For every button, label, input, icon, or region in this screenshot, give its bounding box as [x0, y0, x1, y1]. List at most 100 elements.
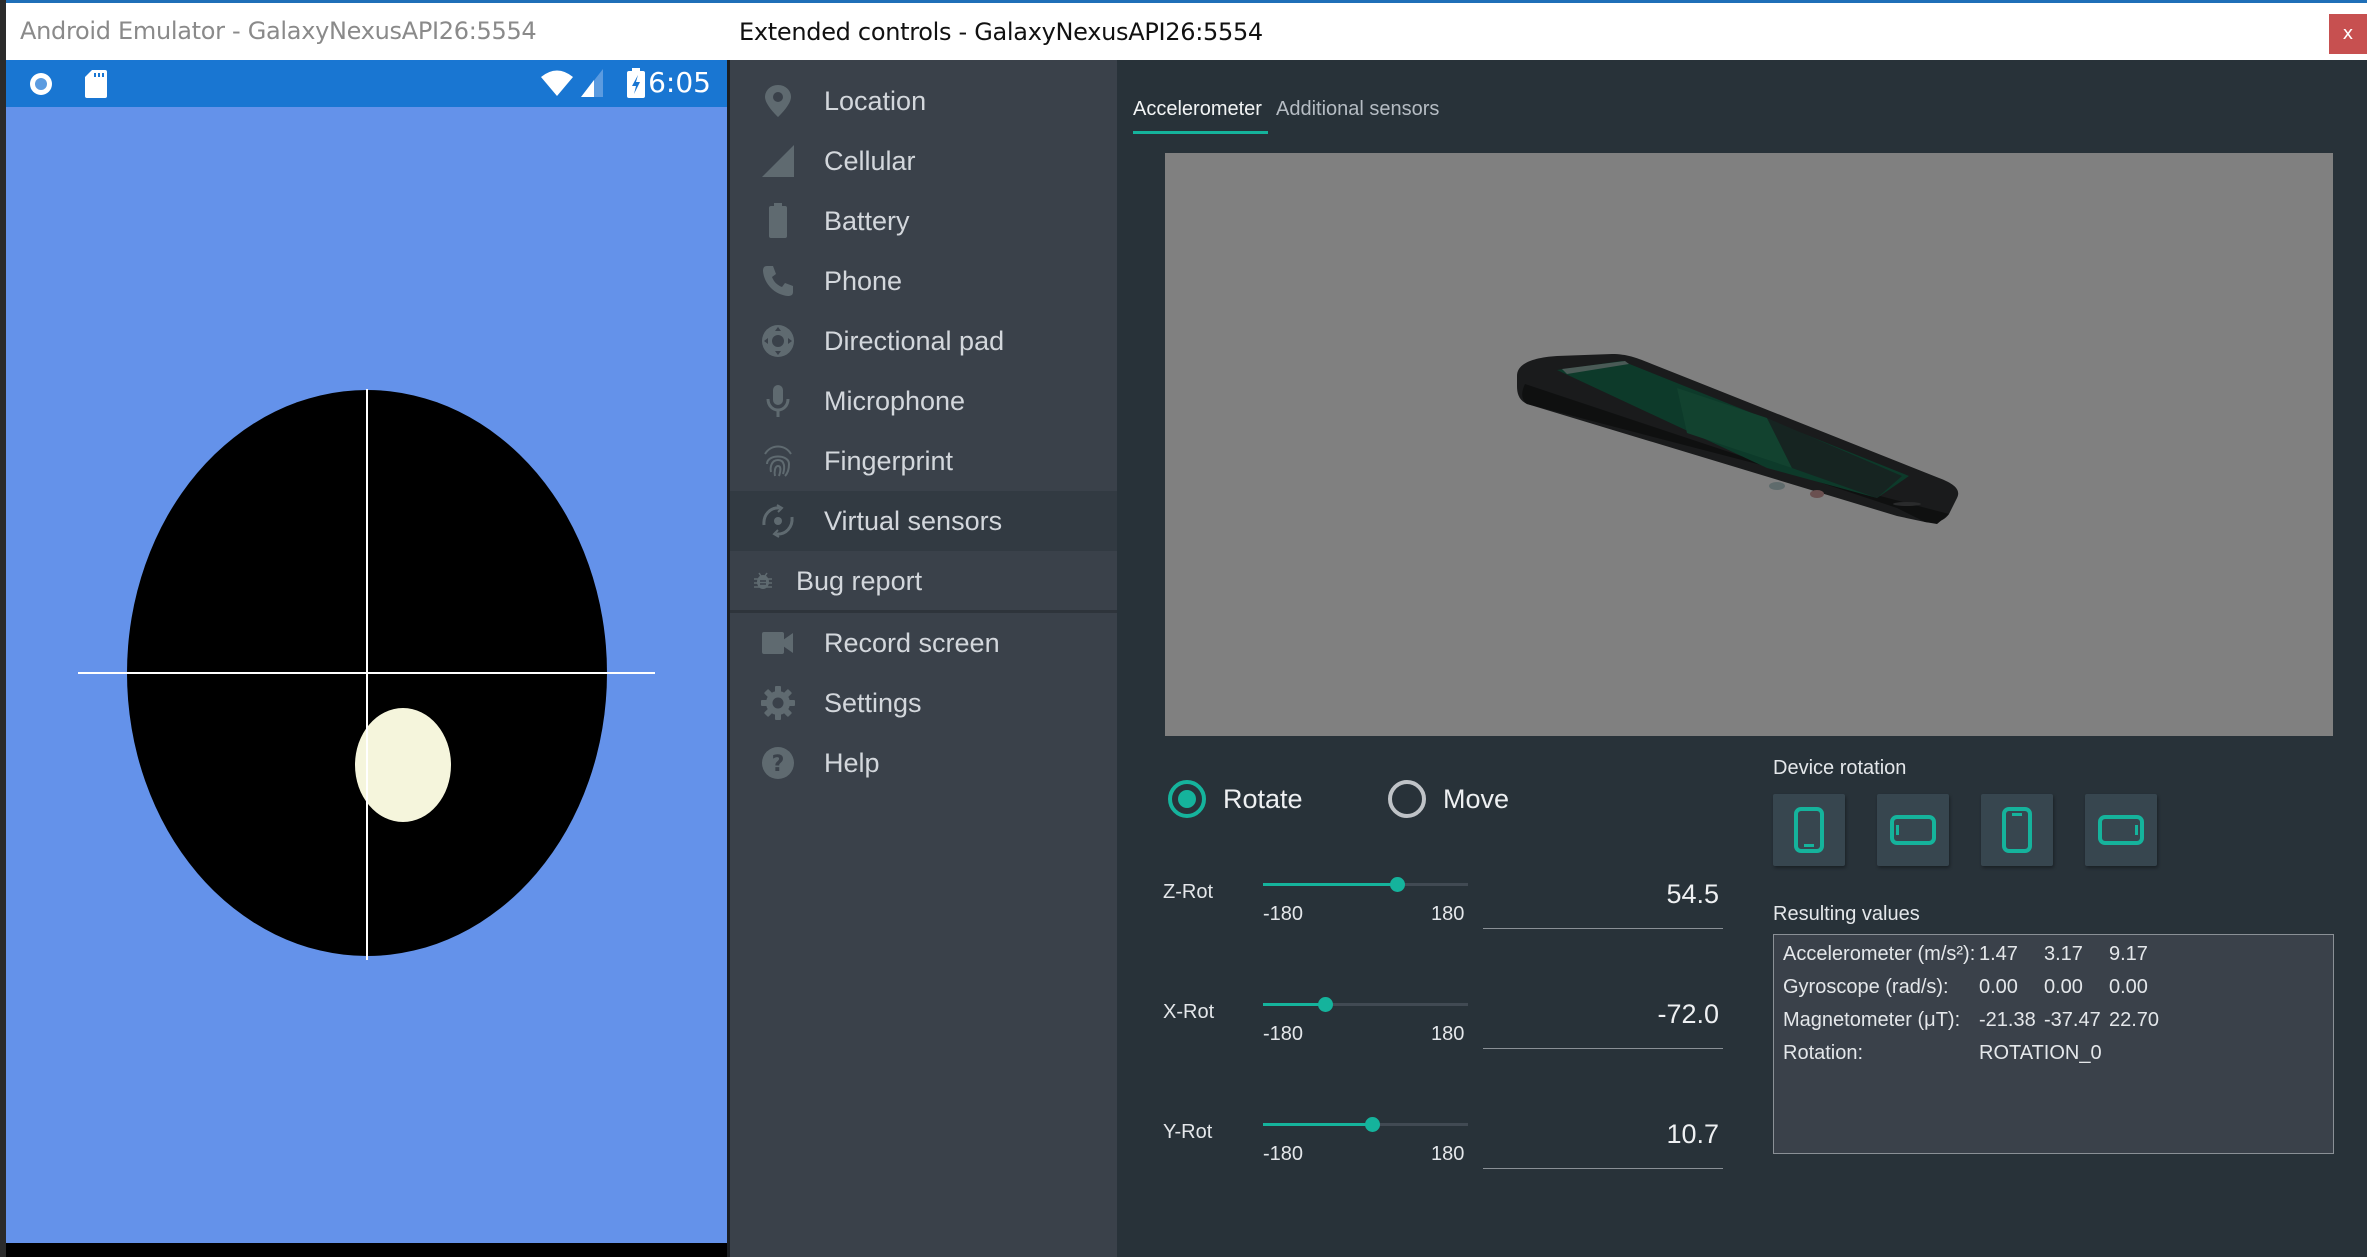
z-rot-max-label: 180	[1431, 903, 1465, 925]
help-icon: ?	[748, 743, 808, 783]
y-rot-min-label: -180	[1263, 1143, 1304, 1165]
sidebar-item-phone[interactable]: Phone	[730, 251, 1117, 311]
bug-icon	[748, 561, 778, 601]
device-rotation-label: Device rotation	[1773, 757, 1907, 779]
y-rot-slider-fill	[1263, 1123, 1372, 1126]
magnetometer-x: -21.38	[1979, 1009, 2036, 1031]
svg-text:?: ?	[772, 752, 785, 777]
z-rot-label: Z-Rot	[1163, 881, 1213, 903]
rotate-reverse-portrait-button[interactable]	[1981, 794, 2053, 866]
sidebar-item-battery[interactable]: Battery	[730, 191, 1117, 251]
emulator-bottom-strip	[6, 1243, 727, 1257]
phone-icon	[748, 261, 808, 301]
z-rot-value-field[interactable]: 54.5	[1483, 879, 1723, 929]
emulator-screen[interactable]	[6, 107, 727, 1243]
x-rot-slider-fill	[1263, 1003, 1325, 1006]
sidebar-item-label: Microphone	[824, 385, 966, 416]
sidebar-item-label: Phone	[824, 265, 903, 296]
sidebar-item-label: Bug report	[796, 565, 923, 596]
wifi-icon	[541, 70, 573, 96]
battery-icon	[748, 201, 808, 241]
sidebar-item-microphone[interactable]: Microphone	[730, 371, 1117, 431]
gyroscope-z: 0.00	[2109, 976, 2148, 998]
sidebar-item-bug-report[interactable]: Bug report	[730, 551, 1117, 611]
accelerometer-z: 9.17	[2109, 943, 2148, 965]
sidebar-item-label: Virtual sensors	[824, 505, 1003, 536]
sd-card-icon	[85, 70, 107, 98]
z-rot-slider[interactable]	[1263, 877, 1468, 892]
magnetometer-label: Magnetometer (μT):	[1783, 1009, 1961, 1031]
device-3d-viewport[interactable]	[1165, 153, 2333, 736]
fingerprint-icon	[748, 441, 808, 481]
sidebar-item-fingerprint[interactable]: Fingerprint	[730, 431, 1117, 491]
sidebar-item-label: Help	[824, 747, 880, 778]
z-rot-slider-thumb[interactable]	[1389, 877, 1405, 892]
phone-portrait-icon	[1794, 807, 1824, 853]
z-rot-slider-fill	[1263, 883, 1397, 886]
active-tab-indicator	[1133, 131, 1268, 134]
close-button[interactable]: x	[2329, 14, 2367, 54]
accelerometer-y: 3.17	[2044, 943, 2083, 965]
x-rot-min-label: -180	[1263, 1023, 1304, 1045]
record-icon	[30, 73, 52, 95]
rotate-reverse-landscape-button[interactable]	[2085, 794, 2157, 866]
virtual-sensors-icon	[748, 501, 808, 541]
sidebar-item-settings[interactable]: Settings	[730, 673, 1117, 733]
rotate-landscape-button[interactable]	[1877, 794, 1949, 866]
android-status-bar: 6:05	[6, 60, 727, 107]
x-rot-row: X-Rot -180 180 -72.0	[1163, 987, 1733, 1067]
level-app-canvas	[78, 389, 655, 960]
y-rot-slider-thumb[interactable]	[1364, 1117, 1380, 1132]
sidebar-item-label: Fingerprint	[824, 445, 954, 476]
status-bar-time: 6:05	[648, 66, 711, 99]
radio-rotate[interactable]: Rotate	[1168, 780, 1303, 818]
rotation-value: ROTATION_0	[1979, 1042, 2102, 1064]
sidebar-item-directional-pad[interactable]: Directional pad	[730, 311, 1117, 371]
gear-icon	[748, 683, 808, 723]
microphone-icon	[748, 381, 808, 421]
phone-landscape-icon	[1890, 815, 1936, 845]
gyroscope-label: Gyroscope (rad/s):	[1783, 976, 1949, 998]
emulator-window-title: Android Emulator - GalaxyNexusAPI26:5554	[20, 17, 537, 45]
sidebar-item-label: Directional pad	[824, 325, 1005, 356]
x-rot-max-label: 180	[1431, 1023, 1465, 1045]
rotation-label: Rotation:	[1783, 1042, 1864, 1064]
radio-rotate-label: Rotate	[1223, 783, 1303, 814]
gyroscope-x: 0.00	[1979, 976, 2018, 998]
cell-signal-icon	[581, 69, 603, 97]
y-rot-label: Y-Rot	[1163, 1121, 1213, 1143]
tab-accelerometer[interactable]: Accelerometer	[1133, 98, 1262, 121]
y-rot-value-field[interactable]: 10.7	[1483, 1119, 1723, 1169]
sidebar-item-label: Location	[824, 85, 927, 116]
cell-signal-icon	[748, 141, 808, 181]
radio-move-label: Move	[1443, 783, 1510, 814]
x-rot-label: X-Rot	[1163, 1001, 1215, 1023]
sidebar-item-label: Battery	[824, 205, 910, 236]
x-rot-slider[interactable]	[1263, 997, 1468, 1012]
video-camera-icon	[748, 623, 808, 663]
sidebar: Location Cellular Battery Phone Directio…	[730, 60, 1117, 1257]
sidebar-item-record-screen[interactable]: Record screen	[730, 613, 1117, 673]
sidebar-item-help[interactable]: ? Help	[730, 733, 1117, 793]
emulator-title-bar[interactable]: Android Emulator - GalaxyNexusAPI26:5554	[6, 0, 727, 60]
x-rot-slider-thumb[interactable]	[1317, 997, 1333, 1012]
dpad-icon	[748, 321, 808, 361]
tab-additional-sensors[interactable]: Additional sensors	[1276, 98, 1439, 121]
gyroscope-y: 0.00	[2044, 976, 2083, 998]
location-pin-icon	[748, 81, 808, 121]
y-rot-slider[interactable]	[1263, 1117, 1468, 1132]
x-rot-value-field[interactable]: -72.0	[1483, 999, 1723, 1049]
sidebar-item-location[interactable]: Location	[730, 71, 1117, 131]
device-3d-model	[1517, 354, 1959, 524]
z-rot-min-label: -180	[1263, 903, 1304, 925]
rotate-portrait-button[interactable]	[1773, 794, 1845, 866]
extended-controls-title-bar[interactable]: Extended controls - GalaxyNexusAPI26:555…	[727, 0, 2367, 60]
sidebar-item-cellular[interactable]: Cellular	[730, 131, 1117, 191]
phone-reverse-portrait-icon	[2002, 807, 2032, 853]
sidebar-item-virtual-sensors[interactable]: Virtual sensors	[730, 491, 1117, 551]
z-rot-row: Z-Rot -180 180 54.5	[1163, 867, 1733, 947]
radio-move[interactable]: Move	[1388, 780, 1509, 818]
phone-reverse-landscape-icon	[2098, 815, 2144, 845]
resulting-values-panel: Accelerometer (m/s²): 1.47 3.17 9.17 Gyr…	[1773, 934, 2334, 1154]
sidebar-item-label: Record screen	[824, 627, 1000, 658]
